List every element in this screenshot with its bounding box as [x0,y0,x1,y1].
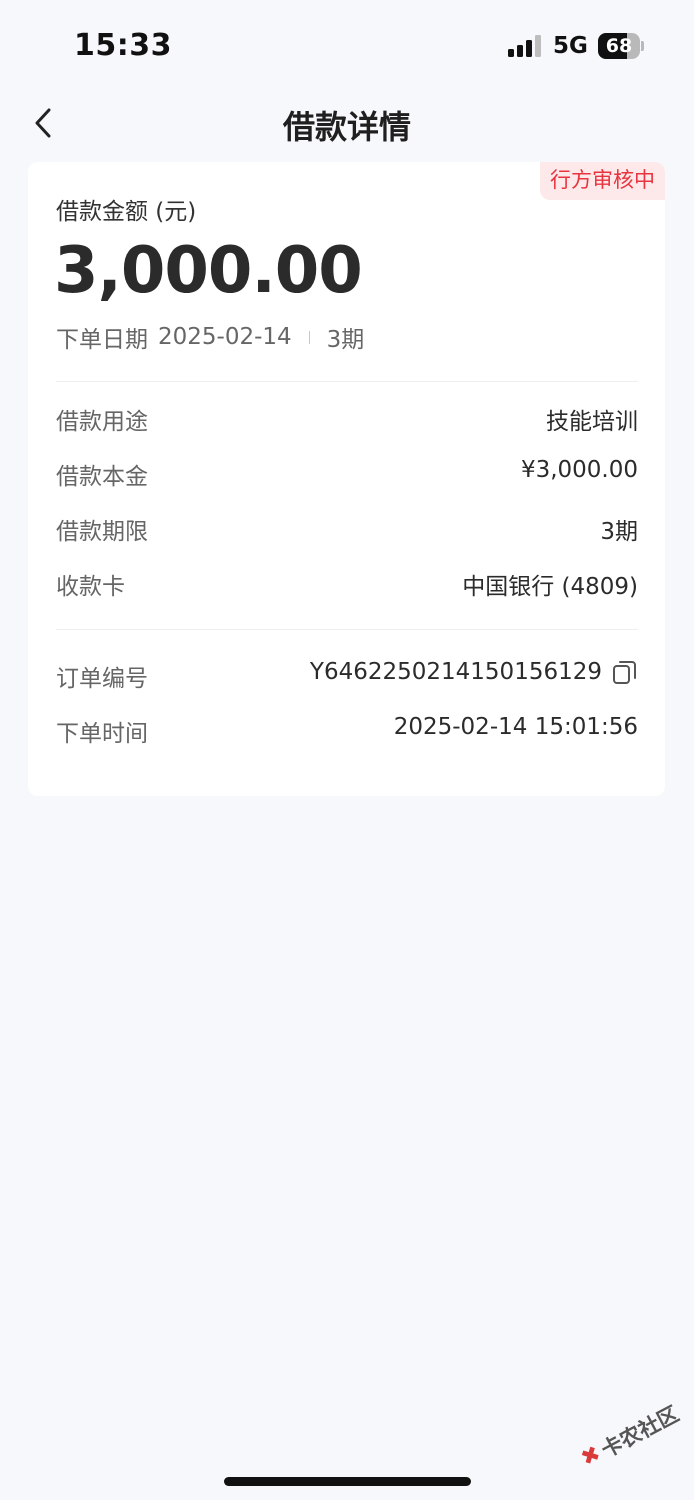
loan-amount: 3,000.00 [54,234,363,308]
order-date-label: 下单日期 [56,327,148,353]
status-time: 15:33 [74,28,172,63]
detail-value: 技能培训 [546,409,638,435]
order-date: 2025-02-14 [158,324,292,350]
copy-icon[interactable] [612,659,638,685]
nav-bar: 借款详情 [0,92,694,154]
detail-row-purpose: 借款用途 技能培训 [56,402,638,436]
detail-label: 收款卡 [56,574,125,600]
watermark-text: 卡农社区 [597,1401,683,1463]
network-type: 5G [553,33,588,59]
detail-value: 3期 [600,519,638,545]
order-number-group: Y6462250214150156129 [310,659,638,685]
order-number-row: 订单编号 Y6462250214150156129 [56,659,638,693]
order-time: 2025-02-14 15:01:56 [393,714,638,740]
order-number-label: 订单编号 [56,666,148,692]
order-time-row: 下单时间 2025-02-14 15:01:56 [56,714,638,748]
page-title: 借款详情 [282,108,411,146]
watermark: ✖ 卡农社区 [564,1380,683,1478]
detail-label: 借款期限 [56,519,148,545]
detail-row-principal: 借款本金 ¥3,000.00 [56,457,638,491]
meta-divider [308,330,310,344]
detail-label: 借款用途 [56,409,148,435]
cellular-signal-icon [508,35,544,57]
home-indicator[interactable] [224,1477,471,1486]
detail-row-receiving-card: 收款卡 中国银行 (4809) [56,567,638,601]
detail-row-term: 借款期限 3期 [56,512,638,546]
amount-label: 借款金额 (元) [56,199,197,225]
detail-value: ¥3,000.00 [520,457,638,483]
order-meta: 下单日期 2025-02-14 3期 [56,320,364,354]
battery-percent: 68 [605,35,633,57]
status-badge: 行方审核中 [540,162,665,200]
battery-icon: 68 [598,33,644,59]
detail-value: 中国银行 (4809) [462,574,638,600]
loan-detail-card: 行方审核中 借款金额 (元) 3,000.00 下单日期 2025-02-14 … [28,162,665,796]
order-number: Y6462250214150156129 [309,659,602,685]
divider [56,381,638,382]
divider [56,629,638,630]
status-bar: 15:33 5G 68 [0,0,694,90]
order-time-label: 下单时间 [56,721,148,747]
loan-term-short: 3期 [326,327,365,353]
detail-label: 借款本金 [56,464,148,490]
